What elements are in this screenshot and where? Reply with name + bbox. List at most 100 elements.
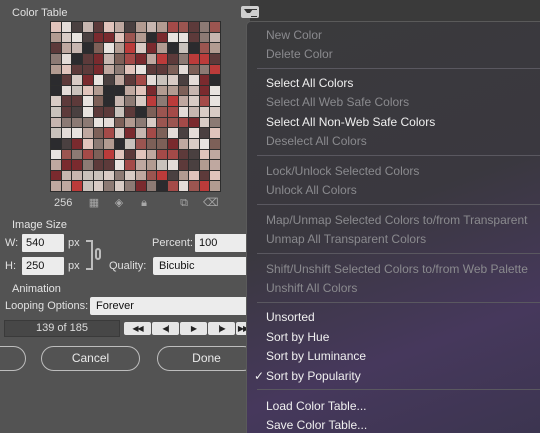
- quality-select[interactable]: Bicubic: [153, 257, 250, 275]
- color-swatch[interactable]: [104, 138, 114, 149]
- color-swatch[interactable]: [114, 117, 125, 128]
- color-swatch[interactable]: [167, 138, 178, 149]
- color-swatch[interactable]: [136, 170, 146, 181]
- color-swatch[interactable]: [210, 181, 220, 191]
- color-swatch[interactable]: [51, 53, 61, 64]
- menu-item-sort-popularity[interactable]: Sort by Popularity: [266, 369, 361, 383]
- color-swatch[interactable]: [114, 53, 125, 64]
- color-swatch[interactable]: [157, 160, 167, 170]
- color-swatch[interactable]: [167, 160, 178, 170]
- color-swatch[interactable]: [93, 64, 104, 75]
- color-swatch[interactable]: [125, 75, 135, 85]
- color-swatch[interactable]: [146, 117, 157, 128]
- color-swatch[interactable]: [146, 170, 157, 181]
- color-swatch[interactable]: [114, 96, 125, 106]
- percent-input[interactable]: 100: [195, 234, 250, 252]
- color-swatch[interactable]: [189, 107, 199, 117]
- color-swatch[interactable]: [125, 149, 135, 160]
- color-swatch[interactable]: [104, 85, 114, 96]
- color-swatch[interactable]: [104, 53, 114, 64]
- color-swatch[interactable]: [125, 128, 135, 138]
- color-swatch[interactable]: [178, 32, 189, 43]
- color-swatch[interactable]: [61, 43, 72, 53]
- color-swatch[interactable]: [210, 64, 220, 75]
- color-swatch[interactable]: [157, 32, 167, 43]
- color-swatch[interactable]: [114, 75, 125, 85]
- color-swatch[interactable]: [61, 181, 72, 191]
- color-swatch[interactable]: [82, 75, 93, 85]
- color-swatch[interactable]: [82, 160, 93, 170]
- color-swatch[interactable]: [72, 22, 82, 32]
- color-swatch[interactable]: [146, 75, 157, 85]
- menu-item-select-web-safe[interactable]: Select All Web Safe Colors: [266, 95, 409, 109]
- color-swatch[interactable]: [51, 107, 61, 117]
- color-swatch[interactable]: [157, 22, 167, 32]
- color-swatch[interactable]: [136, 53, 146, 64]
- color-swatch[interactable]: [93, 149, 104, 160]
- color-swatch[interactable]: [51, 85, 61, 96]
- color-swatch[interactable]: [72, 149, 82, 160]
- color-swatch[interactable]: [178, 181, 189, 191]
- color-swatch[interactable]: [82, 117, 93, 128]
- color-swatch[interactable]: [82, 181, 93, 191]
- color-swatch[interactable]: [157, 85, 167, 96]
- color-swatch[interactable]: [146, 160, 157, 170]
- color-swatch[interactable]: [104, 64, 114, 75]
- color-swatch[interactable]: [199, 43, 210, 53]
- color-swatch[interactable]: [72, 75, 82, 85]
- color-swatch[interactable]: [199, 22, 210, 32]
- color-swatch[interactable]: [72, 160, 82, 170]
- color-swatch[interactable]: [93, 22, 104, 32]
- color-swatch[interactable]: [199, 170, 210, 181]
- color-swatch[interactable]: [61, 22, 72, 32]
- color-swatch[interactable]: [61, 128, 72, 138]
- color-swatch[interactable]: [210, 107, 220, 117]
- menu-item-save-color-table[interactable]: Save Color Table...: [266, 418, 367, 432]
- color-swatch[interactable]: [178, 53, 189, 64]
- color-swatch[interactable]: [51, 64, 61, 75]
- color-swatch[interactable]: [114, 64, 125, 75]
- color-swatch[interactable]: [178, 117, 189, 128]
- color-swatch[interactable]: [61, 107, 72, 117]
- color-swatch[interactable]: [189, 128, 199, 138]
- width-input[interactable]: 540: [22, 234, 64, 252]
- color-swatch[interactable]: [136, 43, 146, 53]
- height-input[interactable]: 250: [22, 257, 64, 275]
- color-swatch[interactable]: [72, 170, 82, 181]
- first-frame-button[interactable]: ◀◀: [124, 322, 151, 335]
- color-swatch[interactable]: [114, 43, 125, 53]
- color-swatch[interactable]: [136, 96, 146, 106]
- color-swatch[interactable]: [72, 85, 82, 96]
- color-swatch[interactable]: [104, 32, 114, 43]
- color-swatch[interactable]: [146, 43, 157, 53]
- save-button-partial[interactable]: [0, 346, 26, 371]
- color-swatch[interactable]: [61, 117, 72, 128]
- color-swatch[interactable]: [167, 107, 178, 117]
- color-swatch[interactable]: [189, 96, 199, 106]
- color-swatch[interactable]: [178, 138, 189, 149]
- color-swatch[interactable]: [114, 107, 125, 117]
- color-swatch[interactable]: [51, 43, 61, 53]
- color-swatch[interactable]: [125, 64, 135, 75]
- color-swatch[interactable]: [199, 32, 210, 43]
- next-frame-button[interactable]: |▶: [208, 322, 235, 335]
- color-swatch[interactable]: [146, 64, 157, 75]
- color-swatch[interactable]: [72, 32, 82, 43]
- color-swatch[interactable]: [61, 75, 72, 85]
- color-swatch[interactable]: [125, 22, 135, 32]
- color-swatch[interactable]: [104, 128, 114, 138]
- menu-item-unmap-transparent[interactable]: Unmap All Transparent Colors: [266, 232, 426, 246]
- color-swatch[interactable]: [51, 117, 61, 128]
- color-swatch[interactable]: [199, 107, 210, 117]
- menu-item-delete-color[interactable]: Delete Color: [266, 47, 333, 61]
- color-swatch[interactable]: [157, 117, 167, 128]
- color-swatch[interactable]: [114, 160, 125, 170]
- color-swatch[interactable]: [199, 160, 210, 170]
- color-swatch[interactable]: [189, 64, 199, 75]
- color-swatch[interactable]: [82, 96, 93, 106]
- color-swatch[interactable]: [157, 53, 167, 64]
- menu-item-lock-unlock[interactable]: Lock/Unlock Selected Colors: [266, 164, 419, 178]
- color-swatch[interactable]: [189, 149, 199, 160]
- color-swatch[interactable]: [51, 138, 61, 149]
- new-swatch-icon[interactable]: ⧉: [178, 197, 190, 209]
